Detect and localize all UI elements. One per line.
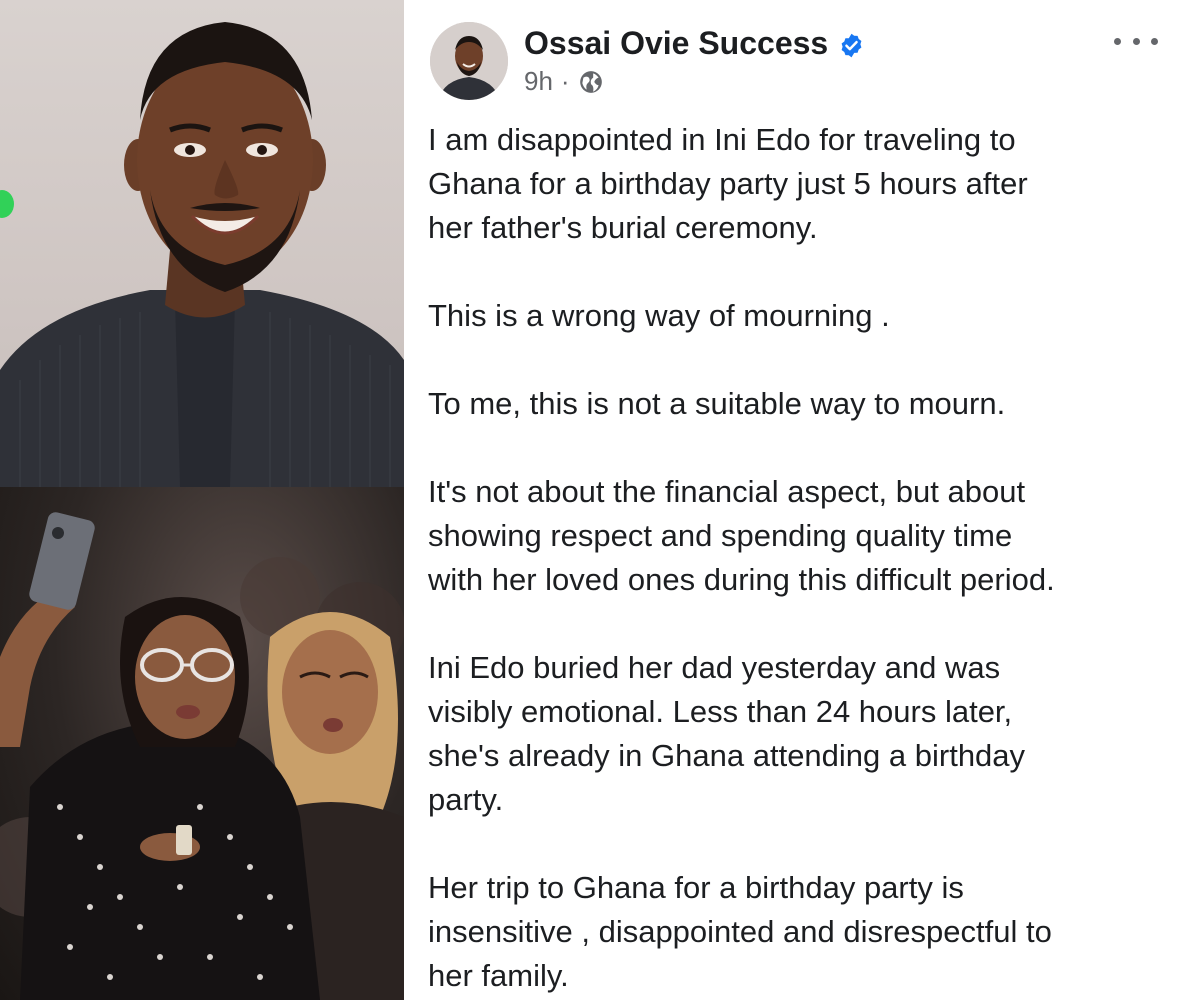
post-paragraph: To me, this is not a suitable way to mou… — [428, 382, 1168, 426]
globe-icon[interactable] — [578, 69, 604, 95]
text-line: her family. — [428, 958, 569, 993]
text-line: I am disappointed in Ini Edo for traveli… — [428, 122, 1016, 157]
verified-badge-icon — [838, 30, 865, 58]
text-line: To me, this is not a suitable way to mou… — [428, 386, 1006, 421]
author-avatar[interactable] — [430, 22, 508, 100]
text-line: visibly emotional. Less than 24 hours la… — [428, 694, 1013, 729]
text-line: Her trip to Ghana for a birthday party i… — [428, 870, 964, 905]
text-line: her father's burial ceremony. — [428, 210, 818, 245]
text-line: insensitive , disappointed and disrespec… — [428, 914, 1052, 949]
text-line: Ghana for a birthday party just 5 hours … — [428, 166, 1028, 201]
text-line: Ini Edo buried her dad yesterday and was — [428, 650, 1001, 685]
text-line: party. — [428, 782, 504, 817]
author-portrait-photo — [0, 0, 404, 487]
post-paragraph: This is a wrong way of mourning . — [428, 294, 1168, 338]
text-line: she's already in Ghana attending a birth… — [428, 738, 1026, 773]
post-card: Ossai Ovie Success 9h · I am disappointe… — [404, 0, 1180, 1000]
post-body: I am disappointed in Ini Edo for traveli… — [428, 118, 1168, 1000]
post-paragraph: Her trip to Ghana for a birthday party i… — [428, 866, 1168, 998]
text-line: This is a wrong way of mourning . — [428, 298, 890, 333]
more-options-icon[interactable] — [1114, 26, 1158, 56]
post-meta: 9h · — [524, 66, 604, 97]
composite-image: Ossai Ovie Success 9h · I am disappointe… — [0, 0, 1180, 1000]
text-line: showing respect and spending quality tim… — [428, 518, 1013, 553]
post-paragraph: It's not about the financial aspect, but… — [428, 470, 1168, 602]
post-paragraph: I am disappointed in Ini Edo for traveli… — [428, 118, 1168, 250]
author-name: Ossai Ovie Success — [524, 25, 829, 61]
post-paragraph: Ini Edo buried her dad yesterday and was… — [428, 646, 1168, 822]
text-line: with her loved ones during this difficul… — [428, 562, 1055, 597]
post-timestamp[interactable]: 9h — [524, 66, 553, 97]
author-name-link[interactable]: Ossai Ovie Success — [524, 25, 865, 62]
party-selfie-photo — [0, 487, 404, 1000]
text-line: It's not about the financial aspect, but… — [428, 474, 1026, 509]
meta-separator: · — [560, 66, 570, 96]
